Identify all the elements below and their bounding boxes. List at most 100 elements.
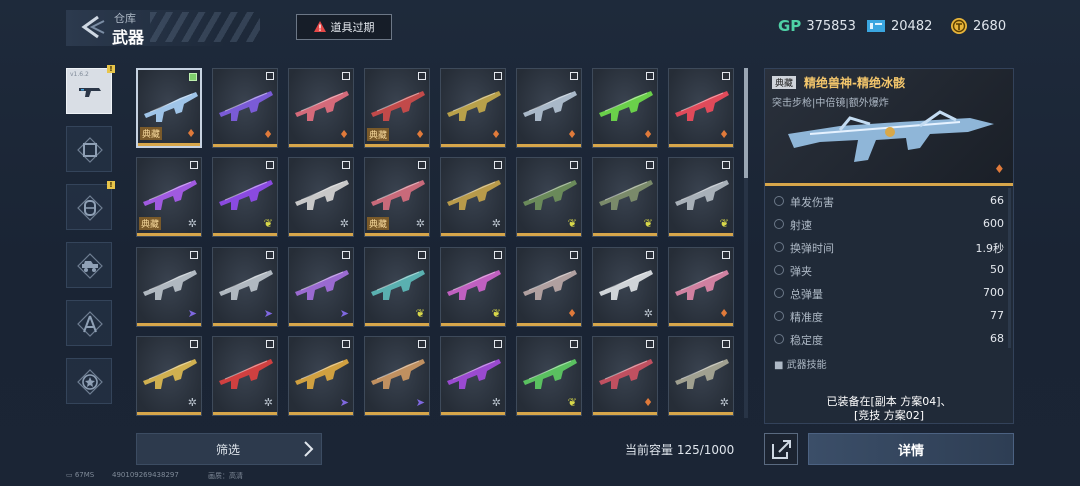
rarity-bar bbox=[593, 144, 657, 147]
stat-value: 66 bbox=[990, 194, 1004, 207]
detail-scrollbar[interactable] bbox=[1008, 188, 1011, 348]
share-button[interactable] bbox=[764, 433, 798, 465]
select-checkbox[interactable] bbox=[266, 340, 274, 348]
tab-vehicle[interactable] bbox=[66, 242, 112, 288]
collection-tag: 典藏 bbox=[367, 128, 390, 141]
weapon-card[interactable]: ❦ bbox=[668, 157, 734, 237]
footer-quality: 画质：高清 bbox=[208, 472, 243, 480]
star-rank-icon: ✲ bbox=[643, 307, 653, 320]
weapon-card[interactable]: ➤ bbox=[288, 336, 354, 416]
select-checkbox[interactable] bbox=[570, 340, 578, 348]
select-checkbox[interactable] bbox=[418, 72, 426, 80]
select-checkbox[interactable] bbox=[190, 340, 198, 348]
weapon-card[interactable]: ❦ bbox=[516, 336, 582, 416]
select-checkbox[interactable] bbox=[342, 72, 350, 80]
rarity-bar bbox=[289, 412, 353, 415]
select-checkbox[interactable] bbox=[494, 251, 502, 259]
weapon-image bbox=[523, 359, 577, 389]
select-checkbox[interactable] bbox=[722, 251, 730, 259]
select-checkbox[interactable] bbox=[189, 73, 197, 81]
weapon-card[interactable]: ❦ bbox=[440, 247, 506, 327]
select-checkbox[interactable] bbox=[190, 161, 198, 169]
select-checkbox[interactable] bbox=[570, 72, 578, 80]
back-arrow-icon[interactable] bbox=[78, 14, 106, 40]
rarity-bar bbox=[213, 233, 277, 236]
select-checkbox[interactable] bbox=[646, 251, 654, 259]
select-checkbox[interactable] bbox=[646, 72, 654, 80]
select-checkbox[interactable] bbox=[418, 161, 426, 169]
select-checkbox[interactable] bbox=[266, 251, 274, 259]
stat-label: 换弹时间 bbox=[790, 242, 834, 255]
select-checkbox[interactable] bbox=[342, 161, 350, 169]
weapon-card[interactable]: ✲ bbox=[212, 336, 278, 416]
equipped-info: [竞技 方案02] bbox=[853, 409, 925, 422]
weapon-card[interactable]: ❦ bbox=[212, 157, 278, 237]
weapon-card[interactable]: ♦ bbox=[516, 68, 582, 148]
page-title: 武器 bbox=[112, 28, 145, 47]
select-checkbox[interactable] bbox=[494, 340, 502, 348]
select-checkbox[interactable] bbox=[342, 251, 350, 259]
weapon-card[interactable]: ✲ bbox=[668, 336, 734, 416]
select-checkbox[interactable] bbox=[418, 251, 426, 259]
weapon-card[interactable]: ♦ bbox=[592, 336, 658, 416]
compass-icon bbox=[77, 311, 103, 337]
weapon-card[interactable]: ♦ bbox=[212, 68, 278, 148]
select-checkbox[interactable] bbox=[266, 72, 274, 80]
weapon-card[interactable]: ♦ 典藏 bbox=[364, 68, 430, 148]
rarity-bar bbox=[517, 233, 581, 236]
weapon-card[interactable]: ✲ bbox=[136, 336, 202, 416]
select-checkbox[interactable] bbox=[266, 161, 274, 169]
weapon-card[interactable]: ✲ bbox=[440, 336, 506, 416]
weapon-card[interactable]: ♦ bbox=[668, 247, 734, 327]
weapon-card[interactable]: ❦ bbox=[592, 157, 658, 237]
weapon-card[interactable]: ♦ bbox=[288, 68, 354, 148]
weapon-card[interactable]: ➤ bbox=[212, 247, 278, 327]
stat-value: 600 bbox=[983, 217, 1004, 230]
currency-ticket: 20482 bbox=[866, 15, 932, 37]
weapon-card[interactable]: ❦ bbox=[364, 247, 430, 327]
select-checkbox[interactable] bbox=[494, 161, 502, 169]
rarity-bar bbox=[289, 233, 353, 236]
weapon-card[interactable]: ✲ bbox=[592, 247, 658, 327]
weapon-card[interactable]: ➤ bbox=[288, 247, 354, 327]
star-rank-icon: ✲ bbox=[187, 396, 197, 409]
select-checkbox[interactable] bbox=[646, 340, 654, 348]
tab-outfit[interactable] bbox=[66, 126, 112, 172]
select-checkbox[interactable] bbox=[722, 72, 730, 80]
currency-value: 2680 bbox=[973, 18, 1007, 34]
stat-fire-rate: 射速 600 bbox=[774, 215, 1004, 235]
select-checkbox[interactable] bbox=[722, 161, 730, 169]
select-checkbox[interactable] bbox=[494, 72, 502, 80]
alert-badge: ! bbox=[107, 65, 115, 73]
tab-item[interactable]: ! bbox=[66, 181, 115, 230]
weapon-card[interactable]: ✲ bbox=[288, 157, 354, 237]
weapon-card[interactable]: ➤ bbox=[364, 336, 430, 416]
select-checkbox[interactable] bbox=[418, 340, 426, 348]
grid-scroll-thumb[interactable] bbox=[744, 68, 748, 178]
weapon-card[interactable]: ♦ bbox=[668, 68, 734, 148]
weapon-card[interactable]: ♦ bbox=[440, 68, 506, 148]
weapon-card[interactable]: ✲ 典藏 bbox=[364, 157, 430, 237]
select-checkbox[interactable] bbox=[570, 161, 578, 169]
weapon-card[interactable]: ♦ 典藏 bbox=[136, 68, 202, 148]
select-checkbox[interactable] bbox=[722, 340, 730, 348]
weapon-skill-header[interactable]: ■ 武器技能 bbox=[774, 356, 827, 371]
weapon-image bbox=[599, 180, 653, 210]
tab-weapon[interactable]: v1.6.2 ! bbox=[66, 65, 115, 114]
rarity-bar bbox=[765, 183, 1013, 186]
tab-medal[interactable] bbox=[66, 358, 112, 404]
weapon-card[interactable]: ♦ bbox=[516, 247, 582, 327]
weapon-card[interactable]: ✲ bbox=[440, 157, 506, 237]
select-checkbox[interactable] bbox=[190, 251, 198, 259]
tab-pilot[interactable] bbox=[66, 300, 112, 346]
select-checkbox[interactable] bbox=[342, 340, 350, 348]
stat-value: 68 bbox=[990, 332, 1004, 345]
gun-icon bbox=[79, 88, 101, 97]
select-checkbox[interactable] bbox=[570, 251, 578, 259]
expired-items-button[interactable]: 道具过期 bbox=[296, 14, 392, 40]
weapon-card[interactable]: ➤ bbox=[136, 247, 202, 327]
select-checkbox[interactable] bbox=[646, 161, 654, 169]
weapon-card[interactable]: ❦ bbox=[516, 157, 582, 237]
weapon-card[interactable]: ♦ bbox=[592, 68, 658, 148]
weapon-card[interactable]: ✲ 典藏 bbox=[136, 157, 202, 237]
